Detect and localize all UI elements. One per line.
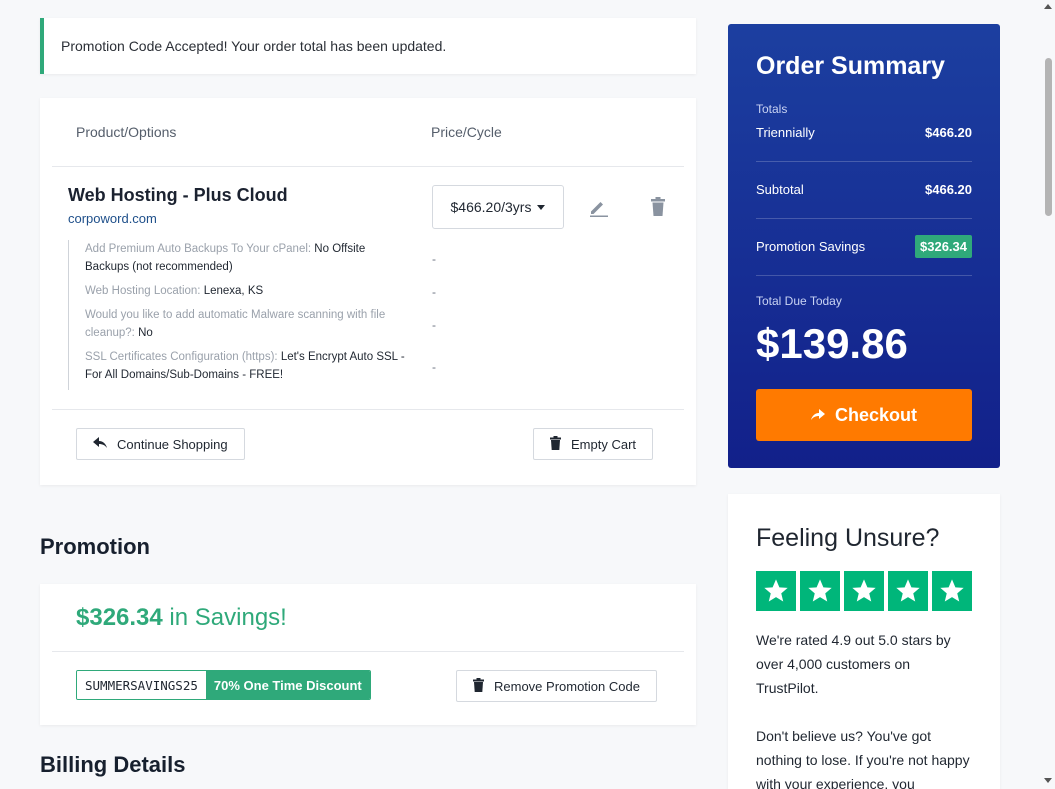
product-options: Add Premium Auto Backups To Your cPanel:… [68,240,408,390]
price-cycle-value: $466.20/3yrs [450,199,532,215]
savings-amount: $326.34 [76,604,163,631]
divider [52,166,684,167]
trust-panel: Feeling Unsure? We're rated 4.9 out 5.0 … [728,494,1000,789]
cycle-label: Triennially [756,125,815,140]
trust-title: Feeling Unsure? [756,524,940,552]
promo-discount: 70% One Time Discount [205,671,370,699]
star-icon [800,571,840,611]
col-header-product: Product/Options [76,124,177,140]
totals-label: Totals [756,102,788,116]
cart-panel: Product/Options Price/Cycle Web Hosting … [40,98,696,485]
star-icon [932,571,972,611]
remove-promo-label: Remove Promotion Code [494,678,640,694]
price-cycle-dropdown[interactable]: $466.20/3yrs [432,185,564,229]
divider [52,651,684,652]
promo-code: SUMMERSAVINGS25 [77,671,206,699]
order-summary-title: Order Summary [756,52,945,80]
option-price: - [432,285,436,299]
subtotal-row: Subtotal $466.20 [756,182,972,197]
scroll-up-arrow-icon[interactable] [1044,4,1052,9]
caret-down-icon [537,204,546,210]
option-value: Lenexa, KS [203,285,264,297]
cycle-amount: $466.20 [925,125,972,140]
option-item: Add Premium Auto Backups To Your cPanel:… [85,240,408,276]
option-price: - [432,252,436,266]
promotion-savings-label: Promotion Savings [756,239,866,254]
arrow-right-icon [810,405,825,426]
trustpilot-stars [756,571,972,611]
option-label: Add Premium Auto Backups To Your cPanel: [85,243,315,255]
option-price: - [432,318,436,332]
divider [756,218,972,219]
promotion-savings-row: Promotion Savings $326.34 [756,235,972,258]
divider [756,161,972,162]
continue-shopping-button[interactable]: Continue Shopping [76,428,245,460]
option-value: No [138,327,153,339]
checkout-label: Checkout [834,404,917,425]
billing-heading: Billing Details [40,752,186,777]
option-label: Would you like to add automatic Malware … [85,309,386,339]
empty-cart-button[interactable]: Empty Cart [533,428,654,460]
continue-shopping-label: Continue Shopping [117,436,228,452]
col-header-price: Price/Cycle [431,124,502,140]
savings-suffix: in Savings! [162,604,287,631]
remove-promo-button[interactable]: Remove Promotion Code [456,670,657,702]
page-scrollbar[interactable] [1043,0,1053,789]
cycle-row: Triennially $466.20 [756,125,972,140]
option-label: Web Hosting Location: [85,285,204,297]
total-due-label: Total Due Today [756,294,842,308]
checkout-button[interactable]: Checkout [756,389,972,441]
total-due-amount: $139.86 [756,320,908,367]
edit-icon[interactable] [586,195,610,219]
star-icon [756,571,796,611]
subtotal-amount: $466.20 [925,182,972,197]
trash-icon[interactable] [646,195,670,219]
back-arrow-icon [93,436,107,452]
promotion-savings-badge: $326.34 [915,235,972,258]
order-summary-panel: Order Summary Totals Triennially $466.20… [728,24,1000,468]
promotion-heading: Promotion [40,534,150,559]
promo-success-alert: Promotion Code Accepted! Your order tota… [40,18,696,74]
rating-text: We're rated 4.9 out 5.0 stars by over 4,… [756,632,951,696]
alert-message: Promotion Code Accepted! Your order tota… [61,38,447,54]
star-icon [844,571,884,611]
option-item: Web Hosting Location: Lenexa, KS [85,282,408,300]
option-item: Would you like to add automatic Malware … [85,306,408,342]
divider [756,275,972,276]
option-label: SSL Certificates Configuration (https): [85,351,281,363]
promo-code-badge: SUMMERSAVINGS25 70% One Time Discount [76,670,371,700]
scroll-down-arrow-icon[interactable] [1044,778,1052,783]
promotion-panel: $326.34 in Savings! SUMMERSAVINGS25 70% … [40,584,696,725]
scrollbar-thumb[interactable] [1045,58,1052,216]
savings-text: $326.34 in Savings! [76,604,287,632]
empty-cart-label: Empty Cart [571,436,637,452]
product-title: Web Hosting - Plus Cloud [68,185,288,205]
option-item: SSL Certificates Configuration (https): … [85,348,408,384]
product-domain[interactable]: corpoword.com [68,211,157,226]
trash-icon [473,677,484,695]
trash-icon [550,435,561,453]
divider [52,409,684,410]
option-price: - [432,360,436,374]
trust-text: We're rated 4.9 out 5.0 stars by over 4,… [756,628,976,789]
star-icon [888,571,928,611]
subtotal-label: Subtotal [756,182,804,197]
guarantee-text: Don't believe us? You've got nothing to … [756,728,970,789]
